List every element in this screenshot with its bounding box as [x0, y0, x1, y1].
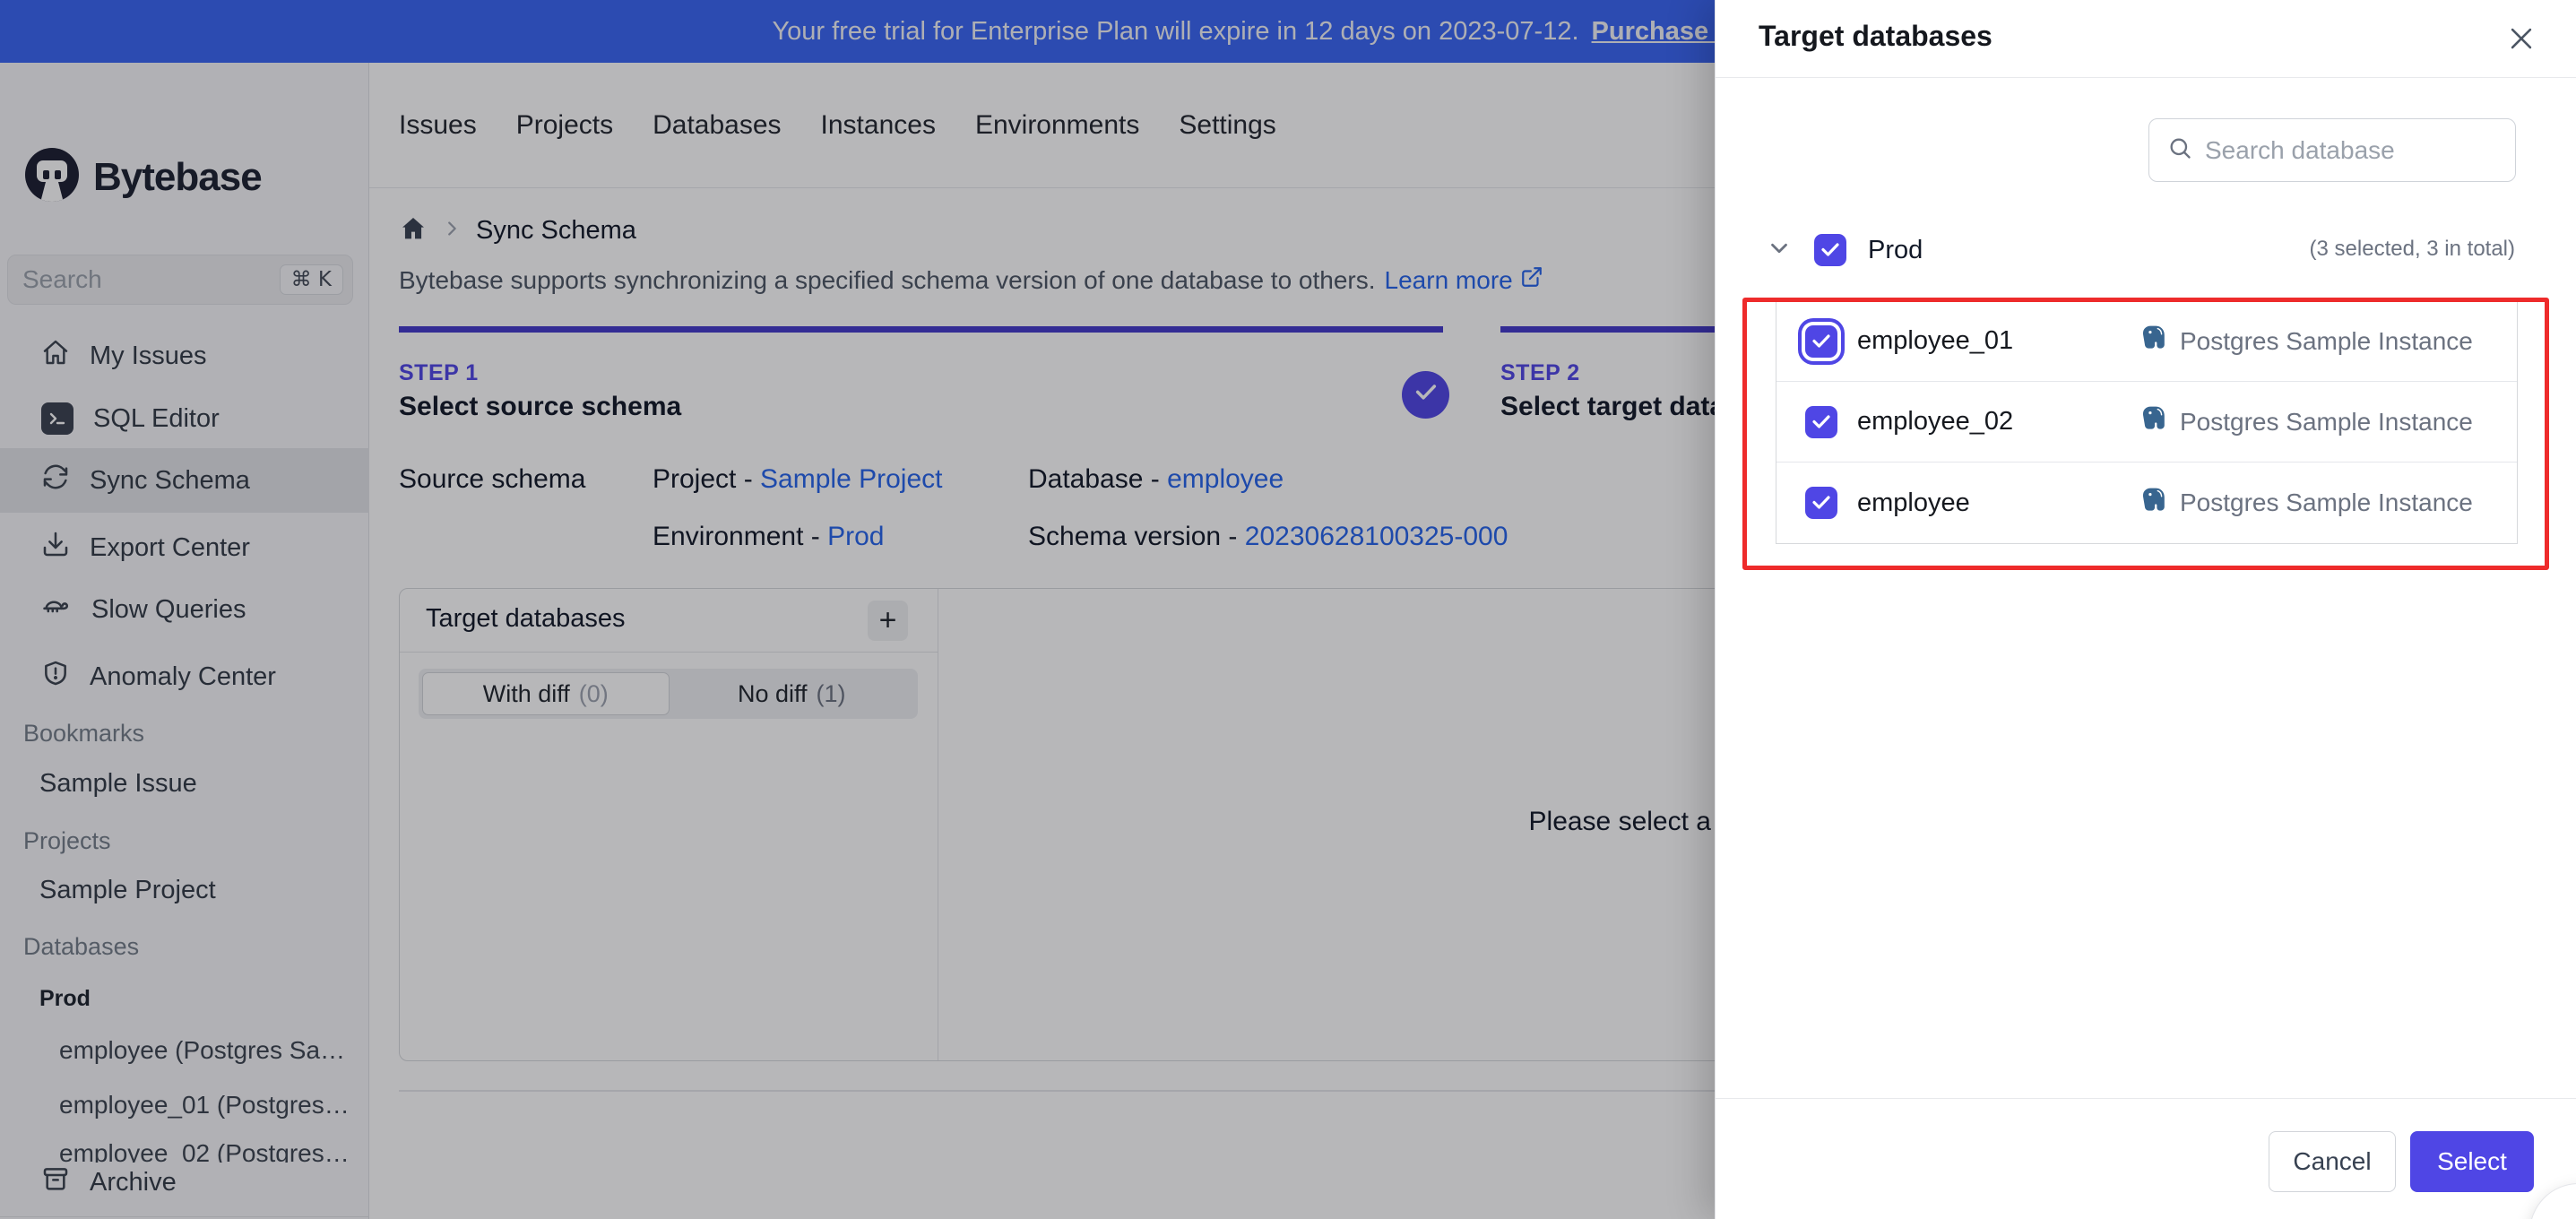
database-list: employee_01 Postgres Sample Instance emp… [1776, 300, 2518, 544]
search-icon [2167, 135, 2192, 165]
close-icon[interactable] [2506, 23, 2537, 58]
employee-02-checkbox[interactable] [1805, 405, 1837, 438]
target-databases-drawer: Target databases Prod (3 selected, 3 in … [1715, 0, 2576, 1219]
prod-group-checkbox[interactable] [1814, 234, 1846, 266]
environment-group-row[interactable]: Prod [1766, 224, 1923, 276]
postgres-icon [2140, 404, 2169, 439]
drawer-header-divider [1716, 77, 2576, 78]
database-search-box[interactable] [2148, 118, 2516, 182]
instance-info: Postgres Sample Instance [2140, 404, 2473, 439]
database-row-employee-02[interactable]: employee_02 Postgres Sample Instance [1776, 382, 2517, 463]
database-row-employee-01[interactable]: employee_01 Postgres Sample Instance [1776, 301, 2517, 382]
database-name: employee_01 [1857, 326, 2014, 355]
postgres-icon [2140, 486, 2169, 521]
bytebase-app: Your free trial for Enterprise Plan will… [0, 0, 2576, 1219]
database-name: employee [1857, 488, 1970, 517]
drawer-footer-divider [1716, 1098, 2576, 1099]
prod-group-label: Prod [1868, 235, 1923, 264]
database-row-employee[interactable]: employee Postgres Sample Instance [1776, 463, 2517, 543]
instance-info: Postgres Sample Instance [2140, 486, 2473, 521]
postgres-icon [2140, 324, 2169, 359]
database-search-input[interactable] [2205, 135, 2515, 165]
instance-name: Postgres Sample Instance [2180, 326, 2473, 355]
instance-name: Postgres Sample Instance [2180, 488, 2473, 516]
selection-summary: (3 selected, 3 in total) [2309, 237, 2515, 261]
chevron-down-icon[interactable] [1766, 235, 1793, 266]
instance-info: Postgres Sample Instance [2140, 324, 2473, 359]
instance-name: Postgres Sample Instance [2180, 407, 2473, 436]
select-button[interactable]: Select [2410, 1131, 2534, 1192]
drawer-title: Target databases [1759, 20, 1993, 52]
help-bubble[interactable] [2529, 1183, 2576, 1219]
database-name: employee_02 [1857, 407, 2014, 436]
cancel-button[interactable]: Cancel [2269, 1131, 2396, 1192]
employee-01-checkbox[interactable] [1805, 324, 1837, 358]
employee-checkbox[interactable] [1805, 487, 1837, 519]
